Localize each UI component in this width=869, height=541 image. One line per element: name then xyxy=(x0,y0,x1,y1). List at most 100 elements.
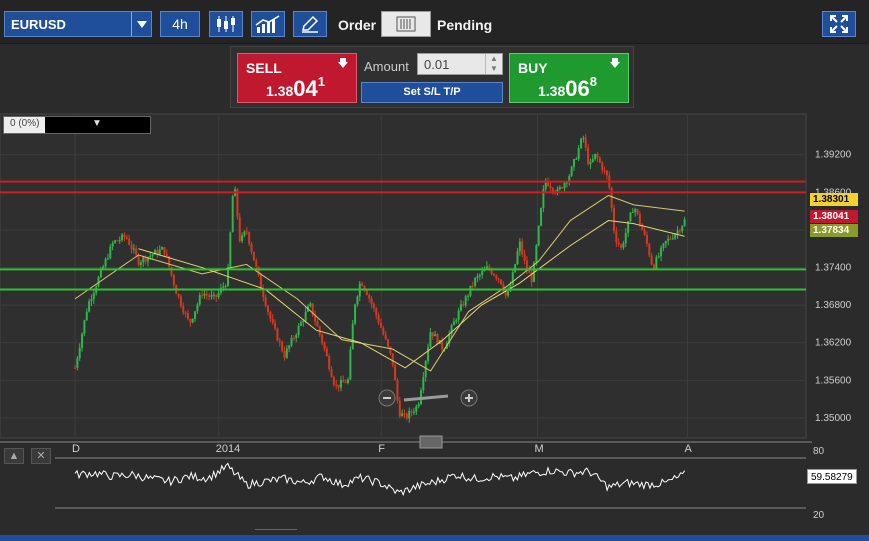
candle-body xyxy=(683,219,686,226)
candle-body xyxy=(523,254,526,261)
candle-body xyxy=(662,243,665,248)
candle-body xyxy=(495,275,498,279)
candle-body xyxy=(549,185,552,189)
amount-label: Amount xyxy=(364,59,409,74)
candle-body xyxy=(492,273,495,276)
draw-tools-button[interactable] xyxy=(293,11,327,37)
candle-body xyxy=(427,347,430,362)
candle-body xyxy=(283,350,286,358)
candle-body xyxy=(408,410,411,419)
timeframe-button[interactable]: 4h xyxy=(160,11,200,37)
candle-body xyxy=(431,332,434,337)
sell-price-prefix: 1.38 xyxy=(266,83,294,99)
candle-body xyxy=(558,187,561,190)
chevron-down-icon[interactable] xyxy=(131,12,151,36)
fullscreen-icon xyxy=(830,15,848,33)
candle-body xyxy=(339,380,342,388)
price-badge: 1.38301 xyxy=(810,193,858,206)
order-panel: SELL 1.38041 Amount ▲▼ Set S/L T/P BUY 1… xyxy=(230,46,634,108)
candle-body xyxy=(500,279,503,285)
candle-body xyxy=(330,369,333,378)
chevron-down-icon[interactable]: ▼ xyxy=(92,118,102,129)
order-type-icon xyxy=(396,16,416,32)
oscillator-high-label: 80 xyxy=(813,446,825,457)
candle-body xyxy=(198,295,201,305)
timeframe-label: 4h xyxy=(172,16,188,32)
candle-body xyxy=(121,234,124,240)
candle-body xyxy=(429,332,432,348)
candle-body xyxy=(172,275,175,286)
chart-canvas[interactable]: 1.392001.386001.380001.374001.368001.362… xyxy=(0,110,869,530)
candle-body xyxy=(323,342,326,349)
order-type-toggle[interactable] xyxy=(381,11,431,37)
candle-body xyxy=(90,299,93,302)
candle-body xyxy=(182,306,185,313)
fullscreen-button[interactable] xyxy=(822,11,856,37)
pending-label: Pending xyxy=(437,17,493,33)
candle-body xyxy=(250,243,253,252)
candle-body xyxy=(248,232,251,244)
candle-body xyxy=(201,295,204,297)
candle-body xyxy=(464,296,467,306)
candle-body xyxy=(667,238,670,241)
candle-body xyxy=(208,295,211,297)
candle-body xyxy=(191,318,194,323)
candle-body xyxy=(109,246,112,259)
candle-body xyxy=(161,247,164,250)
set-sl-tp-button[interactable]: Set S/L T/P xyxy=(361,82,503,103)
candle-body xyxy=(243,231,246,236)
close-icon[interactable]: ✕ xyxy=(31,448,51,464)
candle-body xyxy=(271,318,274,324)
candle-body xyxy=(332,377,335,385)
candle-body xyxy=(116,240,119,242)
sell-button[interactable]: SELL 1.38041 xyxy=(237,53,357,103)
amount-stepper[interactable]: ▲ ▼ xyxy=(485,54,502,74)
candle-body xyxy=(379,322,382,328)
candle-body xyxy=(631,211,634,213)
top-toolbar: EURUSD 4h Order Pending xyxy=(0,0,869,44)
candle-body xyxy=(351,323,354,350)
symbol-selector[interactable]: EURUSD xyxy=(4,11,152,37)
candle-body xyxy=(471,285,474,287)
move-up-icon[interactable]: ▲ xyxy=(4,448,24,464)
candle-body xyxy=(518,241,521,252)
candle-body xyxy=(410,410,413,413)
draw-icon xyxy=(302,15,319,33)
candle-body xyxy=(577,148,580,159)
position-info-box[interactable]: 0 (0%) ▼ xyxy=(3,116,151,134)
candle-body xyxy=(205,293,208,296)
candle-body xyxy=(356,296,359,305)
sell-price: 1.38041 xyxy=(266,74,325,102)
candle-body xyxy=(462,304,465,306)
candle-body xyxy=(335,384,338,386)
y-tick-label: 1.37400 xyxy=(815,263,852,274)
candle-body xyxy=(295,335,298,339)
candle-body xyxy=(514,264,517,273)
candle-body xyxy=(572,159,575,167)
candle-body xyxy=(643,229,646,235)
candle-body xyxy=(309,303,312,307)
indicators-button[interactable] xyxy=(251,11,285,37)
y-tick-label: 1.36800 xyxy=(815,300,852,311)
candle-body xyxy=(650,255,653,265)
candle-body xyxy=(671,238,674,240)
y-tick-label: 1.35600 xyxy=(815,375,852,386)
x-tick-label: D xyxy=(72,443,80,455)
candle-body xyxy=(570,166,573,177)
candle-body xyxy=(217,292,220,298)
chart-type-button[interactable] xyxy=(209,11,243,37)
candle-body xyxy=(645,234,648,244)
candle-body xyxy=(165,253,168,257)
candle-body xyxy=(106,258,109,260)
candle-body xyxy=(605,170,608,176)
candle-body xyxy=(617,242,620,245)
price-chart[interactable]: 1.392001.386001.380001.374001.368001.362… xyxy=(0,110,869,530)
candle-body xyxy=(415,406,418,412)
candle-body xyxy=(252,251,255,261)
buy-button[interactable]: BUY 1.38068 xyxy=(509,53,629,103)
candle-body xyxy=(361,283,364,286)
candle-body xyxy=(664,240,667,244)
candle-body xyxy=(394,365,397,381)
candle-body xyxy=(142,257,145,263)
candle-body xyxy=(163,247,166,254)
